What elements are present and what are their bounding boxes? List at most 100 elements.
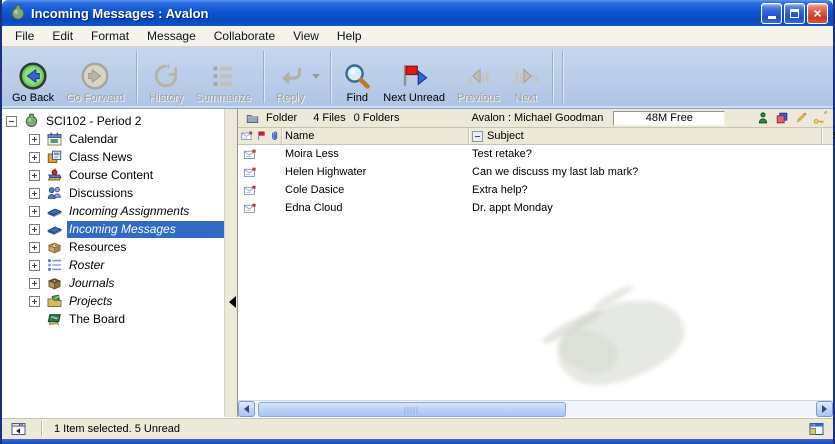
- sidebar-item-roster[interactable]: Roster: [2, 256, 224, 274]
- summarize-button: Summarize: [191, 60, 257, 105]
- people-icon: [46, 185, 63, 201]
- column-header-size[interactable]: Size: [822, 128, 835, 144]
- scroll-right-button[interactable]: [816, 401, 833, 417]
- background-watermark: [553, 323, 622, 380]
- expand-icon[interactable]: [29, 188, 40, 199]
- close-button[interactable]: ×: [807, 3, 828, 24]
- message-row[interactable]: Edna CloudDr. appt Monday2K1: [238, 199, 833, 217]
- message-subject: Extra help?: [469, 184, 822, 196]
- tree-spacer: [29, 314, 40, 325]
- message-envelope-cell: [238, 166, 282, 179]
- box-icon: [46, 239, 63, 255]
- flag-icon: [255, 130, 267, 142]
- sidebar-item-sci102-period-2[interactable]: SCI102 - Period 2: [2, 112, 224, 130]
- reply-dropdown-icon: [312, 74, 320, 79]
- protected-edit-icon[interactable]: [813, 111, 827, 125]
- scroll-left-button[interactable]: [238, 401, 255, 417]
- books-icon: [46, 167, 63, 183]
- sidebar-item-label: Calendar: [67, 131, 122, 148]
- status-separator: [41, 421, 42, 437]
- sidebar-item-resources[interactable]: Resources: [2, 238, 224, 256]
- collapse-sidebar-icon[interactable]: [229, 296, 236, 308]
- layout-icon[interactable]: [808, 421, 825, 437]
- message-row[interactable]: Cole DasiceExtra help?2K1: [238, 181, 833, 199]
- sidebar-item-class-news[interactable]: Class News: [2, 148, 224, 166]
- roster-icon: [46, 257, 63, 273]
- folder-count: 0 Folders: [354, 112, 400, 124]
- summarize-icon: [209, 62, 237, 90]
- menu-edit[interactable]: Edit: [43, 27, 82, 45]
- message-list: Moira LessTest retake?1K1Helen Highwater…: [238, 145, 833, 400]
- toolbar-separator: [562, 51, 563, 103]
- person-icon[interactable]: [756, 111, 770, 125]
- header-flag-columns[interactable]: [238, 128, 282, 144]
- permissions-icon[interactable]: [775, 111, 789, 125]
- folder-type-label: Folder: [266, 112, 297, 124]
- previous-icon: [464, 62, 492, 90]
- maximize-button[interactable]: [784, 3, 805, 24]
- book-blue-icon: [46, 203, 63, 219]
- sidebar-item-incoming-assignments[interactable]: Incoming Assignments: [2, 202, 224, 220]
- column-header-name[interactable]: Name: [282, 128, 469, 144]
- sidebar-item-discussions[interactable]: Discussions: [2, 184, 224, 202]
- sidebar-item-the-board[interactable]: The Board: [2, 310, 224, 328]
- books-icon: [46, 167, 63, 183]
- expand-icon[interactable]: [29, 260, 40, 271]
- sender-name: Moira Less: [282, 148, 469, 160]
- free-space-indicator: 48M Free: [613, 111, 725, 126]
- next-button: Next: [507, 60, 545, 105]
- expand-icon[interactable]: [29, 152, 40, 163]
- sidebar-item-journals[interactable]: Journals: [2, 274, 224, 292]
- sidebar-item-label: Discussions: [67, 185, 137, 202]
- collapse-threads-icon[interactable]: [472, 131, 483, 142]
- toolbar-button-label: Go Back: [12, 92, 54, 104]
- menu-file[interactable]: File: [6, 27, 43, 45]
- toolbar-button-label: Next: [515, 92, 538, 104]
- sidebar-tree: SCI102 - Period 2CalendarClass NewsCours…: [2, 109, 224, 417]
- window-title: Incoming Messages : Avalon: [31, 6, 759, 21]
- sidebar-item-calendar[interactable]: Calendar: [2, 130, 224, 148]
- message-size: 2K: [822, 202, 833, 214]
- message-row[interactable]: Helen HighwaterCan we discuss my last la…: [238, 163, 833, 181]
- journal-icon: [46, 275, 63, 291]
- expand-icon[interactable]: [29, 296, 40, 307]
- toolbar-button-label: Find: [347, 92, 368, 104]
- column-header-subject[interactable]: Subject: [469, 128, 822, 144]
- menu-help[interactable]: Help: [328, 27, 371, 45]
- sender-name: Edna Cloud: [282, 202, 469, 214]
- go-back-icon: [19, 62, 47, 90]
- sidebar-item-projects[interactable]: Projects: [2, 292, 224, 310]
- expand-icon[interactable]: [29, 278, 40, 289]
- board-icon: [46, 311, 63, 327]
- expand-icon[interactable]: [29, 170, 40, 181]
- minimize-button[interactable]: [761, 3, 782, 24]
- message-envelope-cell: [238, 202, 282, 215]
- toolbar-separator: [552, 51, 553, 103]
- horizontal-scrollbar[interactable]: [238, 400, 833, 417]
- menu-format[interactable]: Format: [82, 27, 138, 45]
- reply-icon: [276, 62, 304, 90]
- calendar-icon: [46, 131, 63, 147]
- collapse-icon[interactable]: [6, 116, 17, 127]
- menu-view[interactable]: View: [284, 27, 328, 45]
- toolbar-button-label: History: [149, 92, 183, 104]
- find-button[interactable]: Find: [338, 60, 376, 105]
- edit-pencil-icon[interactable]: [794, 111, 808, 125]
- envelope-icon: [241, 130, 253, 142]
- panel-toggle-icon[interactable]: [10, 421, 27, 437]
- expand-icon[interactable]: [29, 224, 40, 235]
- sidebar-item-incoming-messages[interactable]: Incoming Messages: [2, 220, 224, 238]
- next-unread-button[interactable]: Next Unread: [378, 60, 450, 105]
- menu-message[interactable]: Message: [138, 27, 205, 45]
- message-row[interactable]: Moira LessTest retake?1K1: [238, 145, 833, 163]
- expand-icon[interactable]: [29, 206, 40, 217]
- go-back-button[interactable]: Go Back: [7, 60, 59, 105]
- scrollbar-thumb[interactable]: [258, 402, 566, 417]
- sidebar-item-course-content[interactable]: Course Content: [2, 166, 224, 184]
- toolbar-separator: [136, 51, 137, 103]
- scroll-right-icon: [822, 405, 827, 413]
- expand-icon[interactable]: [29, 134, 40, 145]
- expand-icon[interactable]: [29, 242, 40, 253]
- panel-splitter[interactable]: [224, 109, 238, 417]
- menu-collaborate[interactable]: Collaborate: [205, 27, 284, 45]
